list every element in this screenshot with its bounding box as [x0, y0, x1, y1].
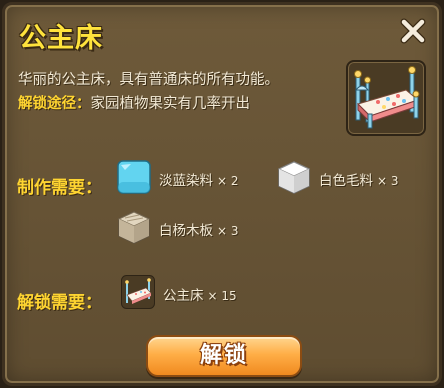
unlock-button[interactable]: 解锁 — [146, 335, 302, 377]
unlock-item: 公主床 × 15 — [121, 275, 271, 311]
princess-bed-icon — [354, 66, 420, 129]
close-icon[interactable] — [399, 17, 427, 45]
unlock-path-value: 家园植物果实有几率开出 — [90, 96, 251, 112]
material-name: 淡蓝染料 — [159, 173, 213, 189]
light-blue-dye-icon — [117, 160, 151, 194]
material-qty: × 3 — [377, 174, 399, 188]
unlock-item-qty: × 15 — [207, 289, 237, 303]
material-item: 淡蓝染料 × 2 — [117, 160, 257, 196]
dialog-title: 公主床 — [19, 23, 103, 54]
unlock-item-name: 公主床 — [163, 288, 204, 304]
item-preview — [346, 60, 426, 136]
material-qty: × 3 — [217, 224, 239, 238]
crafting-label: 制作需要： — [17, 178, 102, 198]
princess-bed-icon — [121, 275, 155, 309]
unlock-path: 解锁途径：家园植物果实有几率开出 — [18, 92, 250, 113]
unlock-path-label: 解锁途径： — [18, 96, 91, 112]
material-name: 白杨木板 — [159, 223, 213, 239]
material-name: 白色毛料 — [319, 173, 373, 189]
item-description: 华丽的公主床，具有普通床的所有功能。 — [18, 72, 279, 88]
material-item: 白杨木板 × 3 — [117, 210, 257, 246]
material-item: 白色毛料 × 3 — [277, 160, 417, 196]
item-detail-dialog: 公主床 华丽的公主床，具有普通床的所有功能。 解锁途径：家园植物果实有几率开出 — [2, 2, 442, 386]
white-wool-icon — [277, 161, 311, 194]
material-qty: × 2 — [217, 174, 239, 188]
unlock-requirement-label: 解锁需要： — [17, 293, 102, 313]
poplar-plank-icon — [117, 211, 151, 244]
